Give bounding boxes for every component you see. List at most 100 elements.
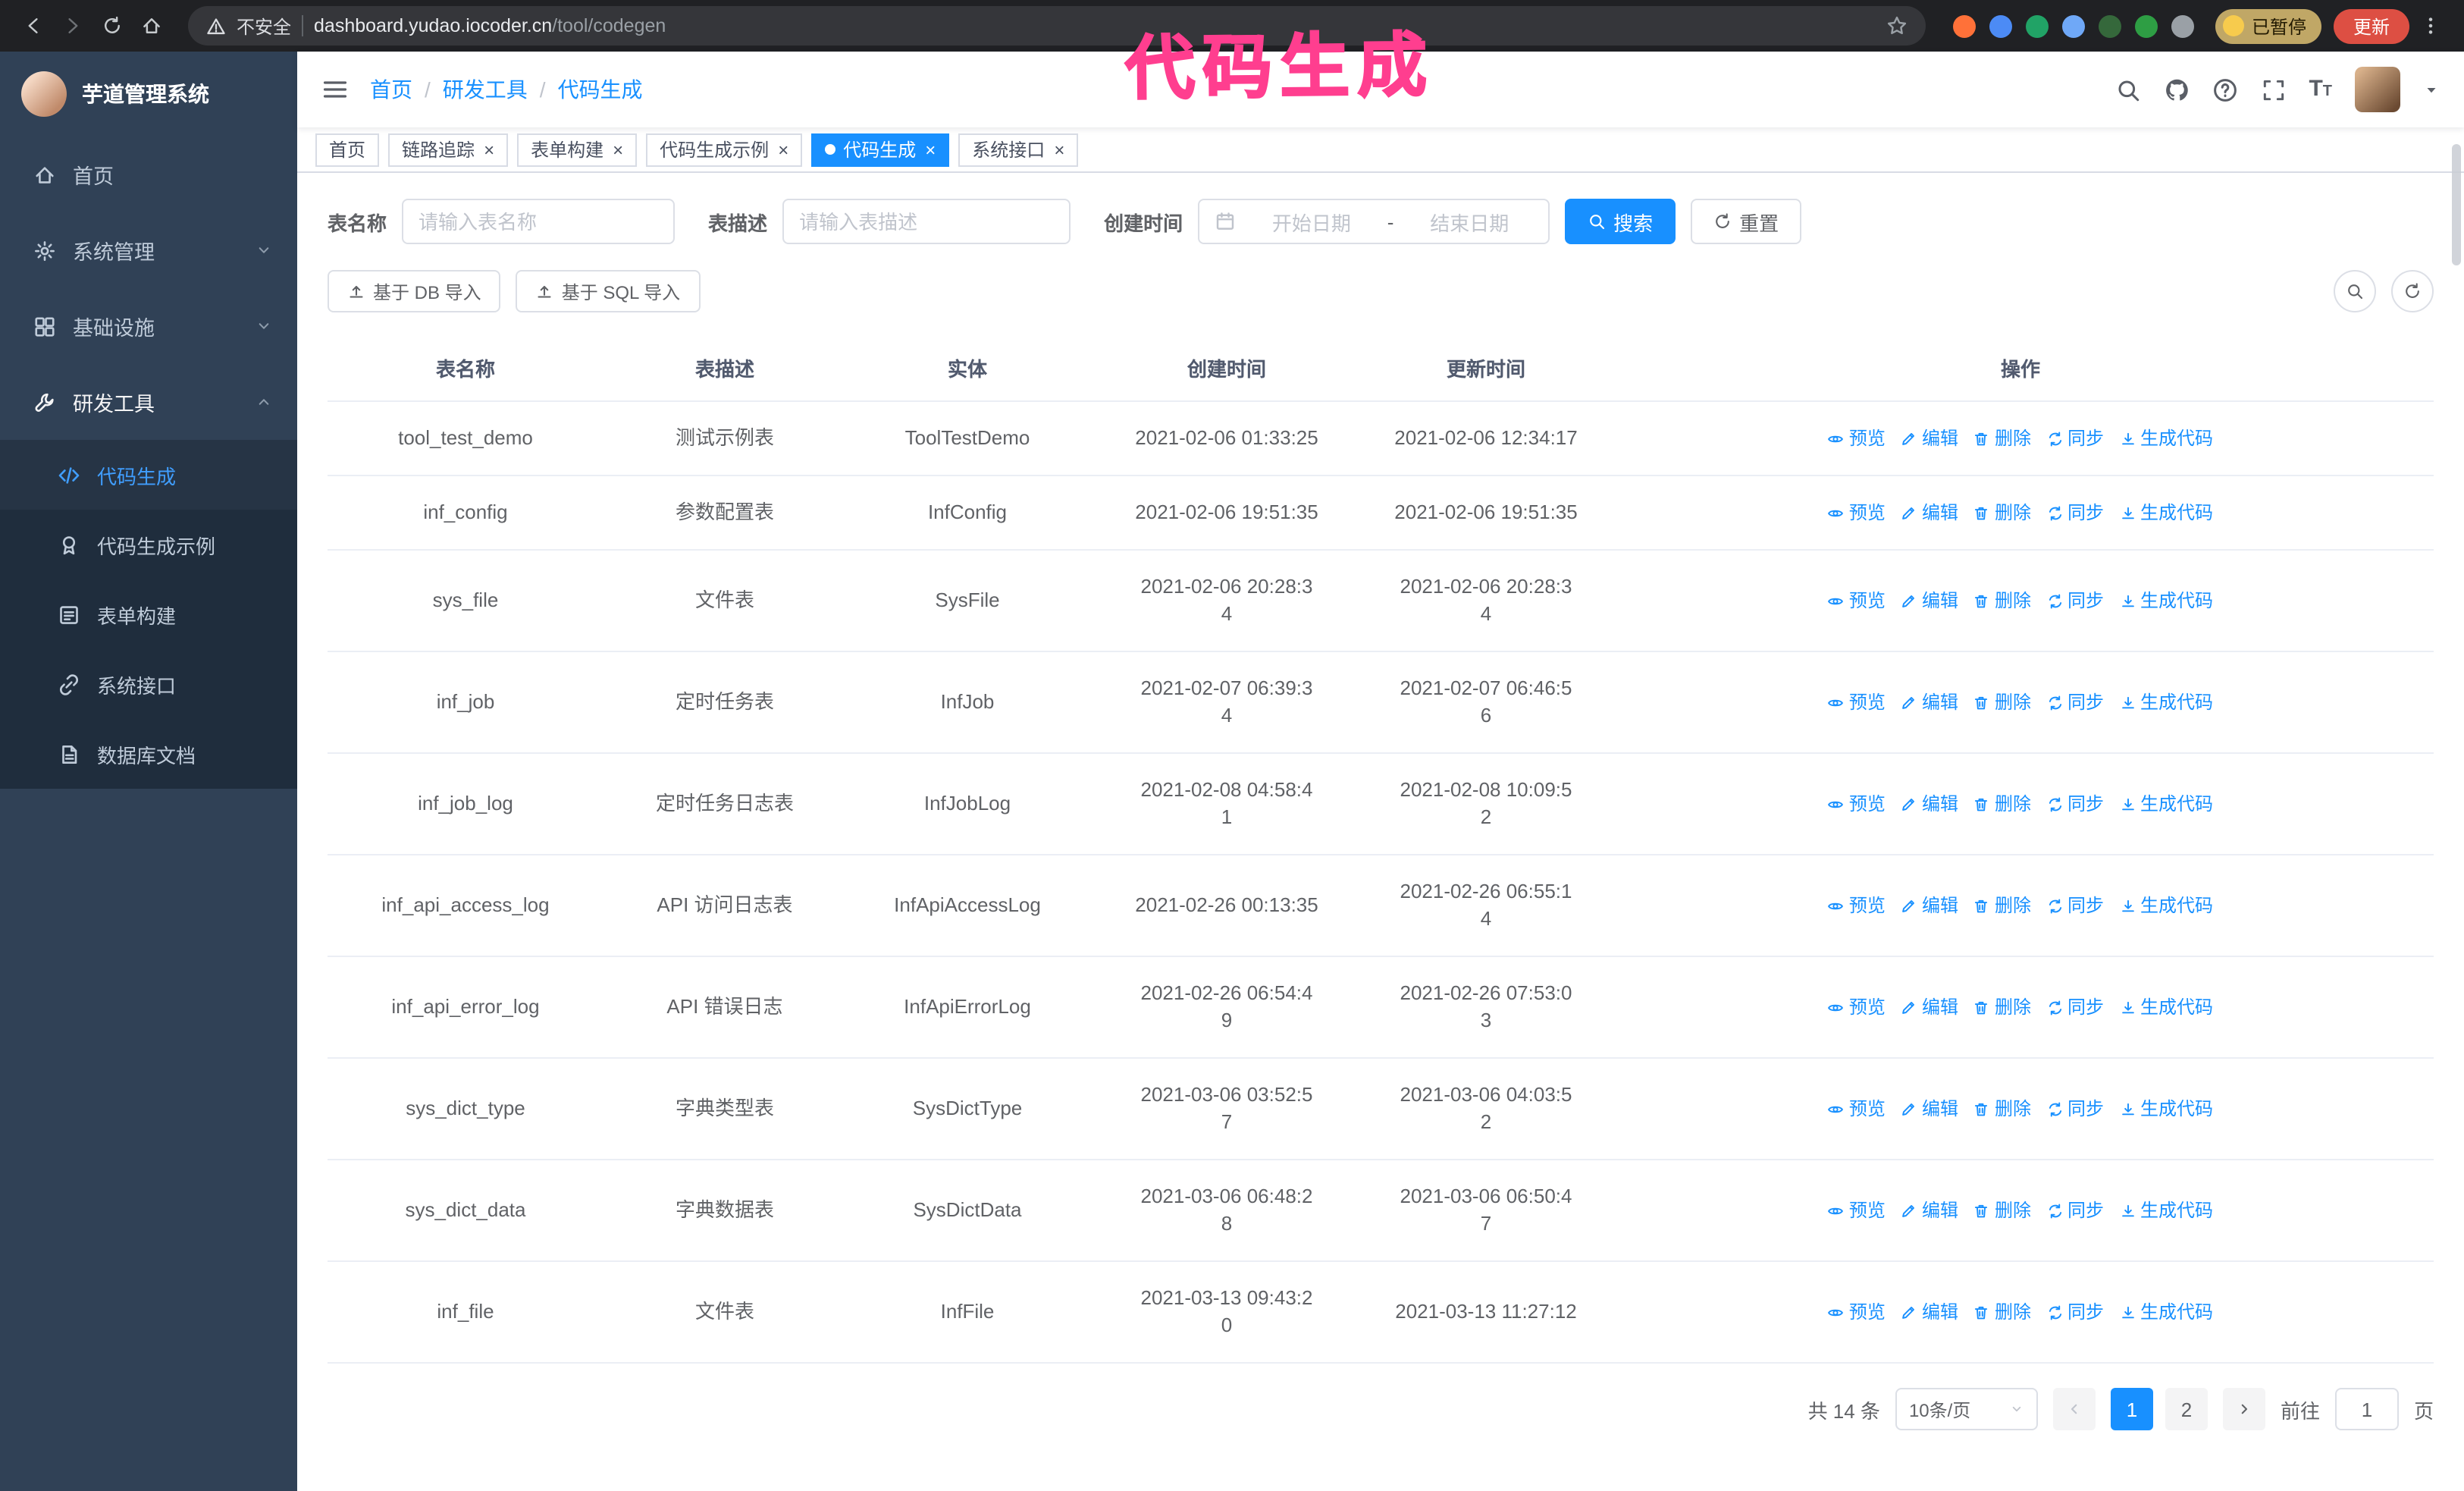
action-generate[interactable]: 生成代码 — [2119, 499, 2213, 526]
action-sync[interactable]: 同步 — [2046, 993, 2104, 1021]
sync-paused-badge[interactable]: 已暂停 — [2215, 8, 2321, 43]
breadcrumb-item[interactable]: 代码生成 — [558, 74, 643, 105]
action-delete[interactable]: 删除 — [1973, 790, 2031, 818]
action-delete[interactable]: 删除 — [1973, 1197, 2031, 1224]
bookmark-star-icon[interactable] — [1886, 15, 1908, 36]
action-edit[interactable]: 编辑 — [1901, 993, 1958, 1021]
sidebar-item-system-manage[interactable]: 系统管理 — [0, 212, 297, 288]
action-edit[interactable]: 编辑 — [1901, 425, 1958, 452]
action-generate[interactable]: 生成代码 — [2119, 689, 2213, 716]
action-generate[interactable]: 生成代码 — [2119, 892, 2213, 919]
action-sync[interactable]: 同步 — [2046, 1298, 2104, 1326]
close-icon[interactable]: × — [776, 140, 788, 159]
action-sync[interactable]: 同步 — [2046, 1197, 2104, 1224]
sidebar-item-system-api[interactable]: 系统接口 — [0, 649, 297, 719]
sidebar-toggle-icon[interactable] — [321, 76, 349, 103]
action-delete[interactable]: 删除 — [1973, 689, 2031, 716]
browser-update-button[interactable]: 更新 — [2333, 8, 2409, 43]
action-sync[interactable]: 同步 — [2046, 587, 2104, 614]
tab-form-build[interactable]: 表单构建 × — [517, 133, 638, 166]
action-generate[interactable]: 生成代码 — [2119, 1197, 2213, 1224]
tab-system-api[interactable]: 系统接口 × — [958, 133, 1079, 166]
action-sync[interactable]: 同步 — [2046, 892, 2104, 919]
action-delete[interactable]: 删除 — [1973, 587, 2031, 614]
action-generate[interactable]: 生成代码 — [2119, 425, 2213, 452]
action-preview[interactable]: 预览 — [1828, 892, 1886, 919]
action-edit[interactable]: 编辑 — [1901, 1197, 1958, 1224]
next-page-button[interactable] — [2222, 1388, 2265, 1430]
fullscreen-icon[interactable] — [2260, 77, 2286, 102]
sidebar-item-db-doc[interactable]: 数据库文档 — [0, 719, 297, 789]
sidebar-item-home[interactable]: 首页 — [0, 137, 297, 212]
date-range-picker[interactable]: 开始日期 - 结束日期 — [1198, 199, 1550, 244]
action-delete[interactable]: 删除 — [1973, 499, 2031, 526]
extension-fox-icon[interactable] — [1952, 14, 1976, 37]
sidebar-item-form-build[interactable]: 表单构建 — [0, 579, 297, 649]
action-delete[interactable]: 删除 — [1973, 1095, 2031, 1122]
action-delete[interactable]: 删除 — [1973, 892, 2031, 919]
close-icon[interactable]: × — [482, 140, 494, 159]
action-generate[interactable]: 生成代码 — [2119, 587, 2213, 614]
reset-button[interactable]: 重置 — [1691, 199, 1802, 244]
search-icon[interactable] — [2114, 77, 2140, 102]
table-name-input[interactable] — [402, 199, 676, 244]
extension-v-green-icon[interactable] — [2025, 14, 2049, 37]
page-number-1[interactable]: 1 — [2110, 1388, 2153, 1430]
app-logo-row[interactable]: 芋道管理系统 — [0, 52, 297, 137]
github-icon[interactable] — [2163, 77, 2189, 102]
browser-back-icon[interactable] — [15, 8, 52, 44]
extension-drop-icon[interactable] — [1989, 14, 2012, 37]
action-preview[interactable]: 预览 — [1828, 993, 1886, 1021]
action-sync[interactable]: 同步 — [2046, 1095, 2104, 1122]
sidebar-item-dev-tools[interactable]: 研发工具 — [0, 364, 297, 440]
action-generate[interactable]: 生成代码 — [2119, 1095, 2213, 1122]
sidebar-item-codegen[interactable]: 代码生成 — [0, 440, 297, 510]
action-preview[interactable]: 预览 — [1828, 499, 1886, 526]
user-avatar[interactable] — [2355, 67, 2400, 112]
search-button[interactable]: 搜索 — [1565, 199, 1676, 244]
close-icon[interactable]: × — [923, 140, 936, 159]
scrollbar-thumb[interactable] — [2452, 144, 2461, 265]
action-preview[interactable]: 预览 — [1828, 1298, 1886, 1326]
toggle-search-button[interactable] — [2334, 270, 2376, 312]
font-size-icon[interactable]: TT — [2309, 76, 2332, 103]
action-generate[interactable]: 生成代码 — [2119, 1298, 2213, 1326]
action-edit[interactable]: 编辑 — [1901, 892, 1958, 919]
browser-home-icon[interactable] — [133, 8, 170, 44]
address-bar[interactable]: 不安全 dashboard.yudao.iocoder.cn/tool/code… — [188, 6, 1926, 46]
action-generate[interactable]: 生成代码 — [2119, 993, 2213, 1021]
action-sync[interactable]: 同步 — [2046, 499, 2104, 526]
browser-reload-icon[interactable] — [94, 8, 130, 44]
action-preview[interactable]: 预览 — [1828, 425, 1886, 452]
action-delete[interactable]: 删除 — [1973, 993, 2031, 1021]
extension-puzzle-icon[interactable] — [2171, 14, 2194, 37]
extension-users-icon[interactable] — [2061, 14, 2085, 37]
action-delete[interactable]: 删除 — [1973, 425, 2031, 452]
action-generate[interactable]: 生成代码 — [2119, 790, 2213, 818]
table-desc-input[interactable] — [782, 199, 1071, 244]
prev-page-button[interactable] — [2052, 1388, 2096, 1430]
tab-home[interactable]: 首页 — [315, 133, 380, 166]
tab-codegen-example[interactable]: 代码生成示例 × — [646, 133, 803, 166]
sidebar-item-codegen-example[interactable]: 代码生成示例 — [0, 510, 297, 579]
action-edit[interactable]: 编辑 — [1901, 790, 1958, 818]
action-edit[interactable]: 编辑 — [1901, 1298, 1958, 1326]
action-preview[interactable]: 预览 — [1828, 1095, 1886, 1122]
action-edit[interactable]: 编辑 — [1901, 1095, 1958, 1122]
import-sql-button[interactable]: 基于 SQL 导入 — [516, 270, 701, 312]
close-icon[interactable]: × — [611, 140, 623, 159]
refresh-table-button[interactable] — [2391, 270, 2434, 312]
browser-menu-icon[interactable] — [2412, 8, 2449, 44]
action-sync[interactable]: 同步 — [2046, 689, 2104, 716]
action-preview[interactable]: 预览 — [1828, 689, 1886, 716]
breadcrumb-item[interactable]: 研发工具 — [443, 74, 528, 105]
action-edit[interactable]: 编辑 — [1901, 499, 1958, 526]
caret-down-icon[interactable] — [2423, 81, 2440, 98]
tab-trace[interactable]: 链路追踪 × — [388, 133, 509, 166]
action-sync[interactable]: 同步 — [2046, 790, 2104, 818]
action-preview[interactable]: 预览 — [1828, 790, 1886, 818]
sidebar-item-infrastructure[interactable]: 基础设施 — [0, 288, 297, 364]
action-delete[interactable]: 删除 — [1973, 1298, 2031, 1326]
page-size-select[interactable]: 10条/页 — [1895, 1388, 2038, 1430]
goto-page-input[interactable] — [2334, 1388, 2399, 1430]
